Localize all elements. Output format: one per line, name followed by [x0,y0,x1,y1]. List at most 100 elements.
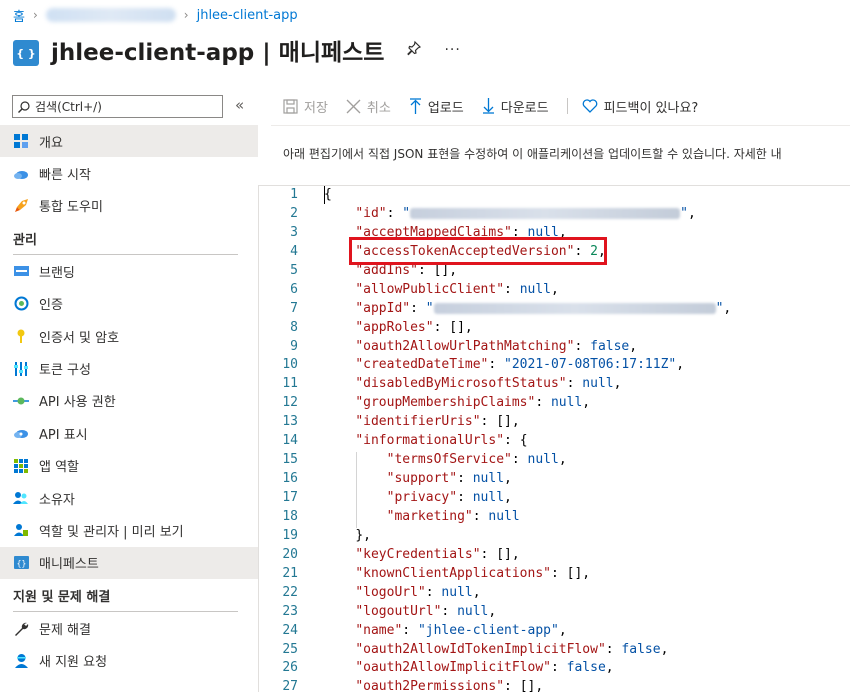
line-number: 2 [290,205,298,221]
sidebar-item-label: 앱 역할 [39,460,80,476]
code-line[interactable]: "logoUrl": null, [324,584,731,603]
code-token: "appRoles" [355,319,434,335]
discard-button[interactable]: 취소 [346,97,391,116]
command-toolbar: 저장 취소 업로드 다운로드 피드백이 있나요? [283,94,716,118]
code-line[interactable]: "support": null, [324,470,731,489]
quickstart-cloud-icon [13,166,29,182]
code-token: null [472,490,505,505]
upload-icon [409,98,421,114]
code-token: , [511,414,520,430]
breadcrumb-redacted-link[interactable] [45,8,176,22]
code-line[interactable]: "logoutUrl": null, [324,603,731,622]
code-token: "oauth2Permissions" [355,679,505,695]
code-line[interactable]: "name": "jhlee-client-app", [324,622,731,641]
feedback-button[interactable]: 피드백이 있나요? [582,97,698,116]
upload-label: 업로드 [427,100,464,116]
sidebar-item-expose-api[interactable]: API 표시 [0,417,258,449]
collapse-sidebar-button[interactable]: « [235,96,244,114]
sidebar-item-label: 매니페스트 [39,557,99,573]
sidebar-item-overview[interactable]: 개요 [0,125,258,158]
sidebar-item-quickstart[interactable]: 빠른 시작 [0,157,258,189]
code-token: " " [425,300,724,316]
code-token: { [324,187,332,202]
code-line[interactable]: "oauth2AllowImplicitFlow": false, [324,659,731,678]
sidebar-item-integration-assistant[interactable]: 통합 도우미 [0,190,258,222]
code-line[interactable]: "groupMembershipClaims": null, [324,394,731,413]
sidebar-item-api-permissions[interactable]: API 사용 권한 [0,385,258,417]
support-request-icon [13,653,29,669]
sidebar-item-label: 빠른 시작 [39,168,91,184]
code-token: "oauth2AllowImplicitFlow" [355,660,551,676]
code-token: "support" [386,471,458,487]
token-config-icon [13,361,29,377]
code-line[interactable]: "marketing": null [324,508,731,527]
chevron-right-icon: › [183,8,189,22]
breadcrumb: 홈 › › jhlee-client-app [13,6,298,25]
code-line[interactable]: "id": " ", [324,205,731,224]
sidebar-item-label: API 표시 [39,427,88,443]
search-placeholder: 검색(Ctrl+/) [35,100,102,114]
sidebar-item-branding[interactable]: 브랜딩 [0,255,258,287]
sidebar-item-troubleshooting[interactable]: 문제 해결 [0,612,258,644]
save-label: 저장 [304,100,328,116]
code-line[interactable]: "appRoles": [], [324,319,731,338]
toolbar-divider [566,98,568,114]
code-line[interactable]: "informationalUrls": { [324,432,731,451]
line-number: 18 [282,508,298,524]
code-token: "privacy" [386,490,458,505]
pin-icon[interactable] [406,40,422,60]
line-number: 11 [282,376,298,392]
code-token: null [527,452,559,468]
sidebar-nav: 개요 빠른 시작 통합 도우미 관리 브랜딩 인증 인증서 및 암호 토큰 구성 [0,125,258,677]
save-button[interactable]: 저장 [283,97,328,116]
download-button[interactable]: 다운로드 [482,97,549,116]
breadcrumb-current-link[interactable]: jhlee-client-app [197,8,298,23]
code-line[interactable]: "createdDateTime": "2021-07-08T06:17:11Z… [324,356,731,375]
code-line[interactable]: }, [324,527,731,546]
sidebar-item-owners[interactable]: 소유자 [0,482,258,514]
code-line[interactable]: "oauth2Permissions": [], [324,678,731,697]
sidebar-item-authentication[interactable]: 인증 [0,288,258,320]
code-token: "allowPublicClient" [355,281,505,297]
code-line[interactable]: { [324,186,731,205]
code-token: "groupMembershipClaims" [355,395,536,411]
code-token: null [550,395,583,411]
code-line[interactable]: "knownClientApplications": [], [324,565,731,584]
sidebar-item-roles-admins[interactable]: 역할 및 관리자 | 미리 보기 [0,514,258,546]
line-number: 23 [282,603,298,619]
code-token: "jhlee-client-app" [417,622,559,638]
manifest-json-editor[interactable]: 1 2 3 4 5 6 7 8 9 10 11 12 13 14 15 16 17 18 19 20 21 22 23 24 2… [258,185,850,694]
code-token: { [519,433,528,449]
code-token: false [621,641,661,657]
code-token: [] [566,565,583,581]
code-line[interactable]: "appId": " ", [324,300,731,319]
code-line[interactable]: "identifierUris": [], [324,413,731,432]
code-line[interactable]: "oauth2AllowUrlPathMatching": false, [324,338,731,357]
line-number: 21 [282,565,298,581]
redacted-appid-value [433,302,716,314]
code-token: null [519,281,551,297]
more-options-icon[interactable]: ··· [444,42,460,58]
sidebar-item-certificates-secrets[interactable]: 인증서 및 암호 [0,320,258,352]
breadcrumb-home-link[interactable]: 홈 [13,6,25,25]
line-number: 3 [290,224,298,240]
code-line[interactable]: "keyCredentials": [], [324,546,731,565]
line-number: 13 [282,414,298,430]
sidebar-item-new-support-request[interactable]: 새 지원 요청 [0,644,258,676]
code-line[interactable]: "termsOfService": null, [324,451,731,470]
code-line[interactable]: "allowPublicClient": null, [324,281,731,300]
sidebar-item-manifest[interactable]: {} 매니페스트 [0,546,258,580]
code-token: , [687,205,696,221]
code-line[interactable]: "oauth2AllowIdTokenImplicitFlow": false, [324,641,731,660]
sidebar-item-token-configuration[interactable]: 토큰 구성 [0,352,258,384]
code-line[interactable]: "disabledByMicrosoftStatus": null, [324,375,731,394]
search-input[interactable]: 검색(Ctrl+/) [12,95,223,118]
owners-icon [13,490,29,506]
code-token: "2021-07-08T06:17:11Z" [504,357,677,373]
sidebar-item-app-roles[interactable]: 앱 역할 [0,450,258,482]
line-number: 8 [290,319,298,335]
manifest-description: 아래 편집기에서 직접 JSON 표현을 수정하여 이 애플리케이션을 업데이트… [283,147,782,161]
code-line[interactable]: "privacy": null, [324,489,731,508]
overview-icon [13,133,29,149]
upload-button[interactable]: 업로드 [409,97,464,116]
